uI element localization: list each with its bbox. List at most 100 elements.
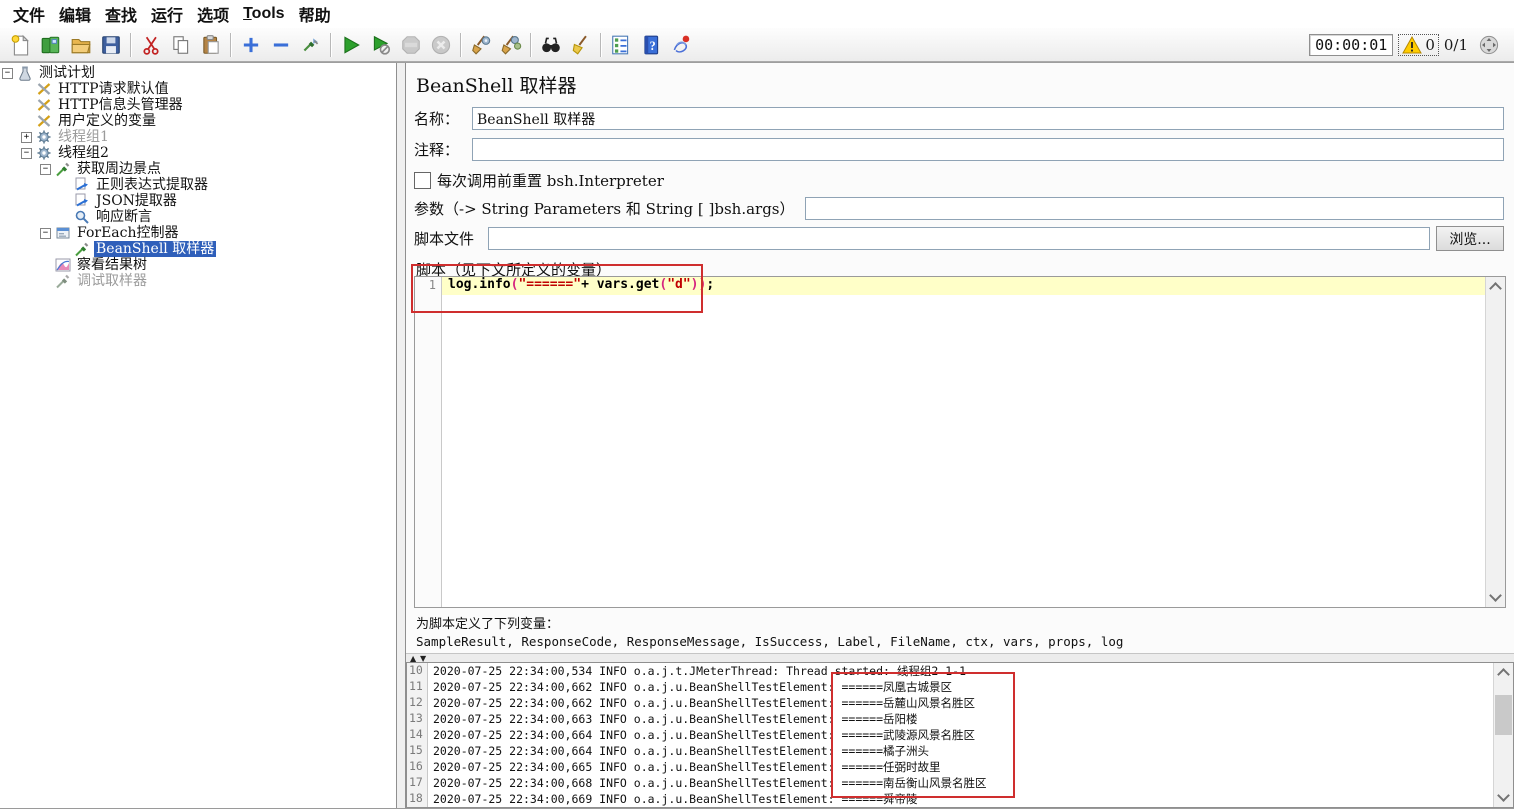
start-button[interactable] [336,30,366,60]
shutdown-icon [430,34,452,56]
log-line-text: 2020-07-25 22:34:00,668 INFO o.a.j.u.Bea… [428,775,987,791]
scroll-up-icon[interactable] [1489,282,1502,295]
arrow-doc-icon [74,177,90,193]
menu-运行[interactable]: 运行 [144,0,190,29]
code-token-plain: ; [706,277,714,292]
tree-item-线程组2[interactable]: −线程组2 [0,145,396,161]
open-file-icon [70,34,92,56]
script-editor[interactable]: 1 log.info("======"+ vars.get("d")); [414,276,1506,608]
log-vertical-scrollbar[interactable] [1493,663,1513,807]
log-line-number: 16 [407,759,428,775]
pipette-icon [55,161,71,177]
help-button[interactable]: ? [636,30,666,60]
tree-item-响应断言[interactable]: 响应断言 [0,209,396,225]
tree-item-HTTP请求默认值[interactable]: HTTP请求默认值 [0,81,396,97]
paste-button[interactable] [196,30,226,60]
add-button[interactable] [236,30,266,60]
scroll-up-icon[interactable] [1497,668,1510,681]
search-reset-button[interactable] [566,30,596,60]
tree-item-label: 线程组1 [56,129,111,145]
script-file-input[interactable] [488,227,1430,250]
tree-item-调试取样器[interactable]: 调试取样器 [0,273,396,289]
test-plan-tree-panel: − 测试计划HTTP请求默认值HTTP信息头管理器用户定义的变量 + 线程组1−线程组… [0,63,397,808]
new-file-button[interactable] [6,30,36,60]
menu-文件[interactable]: 文件 [6,0,52,29]
gear-icon [36,145,52,161]
toolbar-separator [230,33,232,57]
toolbar: ? 00:00:01 0 0/1 [0,28,1514,62]
reset-gui-button[interactable] [296,30,326,60]
cut-button[interactable] [136,30,166,60]
code-token-string: "d" [667,277,690,292]
templates-button[interactable] [36,30,66,60]
menu-编辑[interactable]: 编辑 [52,0,98,29]
tree-item-label: HTTP信息头管理器 [56,97,185,113]
wrench-icon [36,81,52,97]
tree-item-label: JSON提取器 [94,193,179,209]
menu-Tools[interactable]: Tools [236,2,291,26]
scrollbar-thumb[interactable] [1495,695,1512,735]
parameters-label: 参数（-> String Parameters 和 String [ ]bsh.… [414,198,795,219]
log-viewer[interactable]: 102020-07-25 22:34:00,534 INFO o.a.j.t.J… [406,662,1514,808]
tree-item-察看结果树[interactable]: 察看结果树 [0,257,396,273]
pipette-icon [74,241,90,257]
start-no-pauses-button[interactable] [366,30,396,60]
tree-item-JSON提取器[interactable]: JSON提取器 [0,193,396,209]
editor-text-area[interactable]: log.info("======"+ vars.get("d")); [442,277,1486,607]
copy-button[interactable] [166,30,196,60]
comment-label: 注释： [414,139,472,160]
tree-plus-expander-icon[interactable]: + [21,132,32,143]
log-warning-indicator[interactable]: 0 [1399,35,1438,55]
search-button[interactable] [536,30,566,60]
clear-all-icon [500,34,522,56]
tree-item-HTTP信息头管理器[interactable]: HTTP信息头管理器 [0,97,396,113]
clear-button[interactable] [466,30,496,60]
parameters-input[interactable] [805,197,1504,220]
menu-帮助[interactable]: 帮助 [292,0,338,29]
tree-item-label: 察看结果树 [75,257,149,273]
scroll-down-icon[interactable] [1489,589,1502,602]
tree-item-用户定义的变量[interactable]: 用户定义的变量 [0,113,396,129]
toolbar-separator [130,33,132,57]
scroll-down-icon[interactable] [1497,789,1510,802]
function-helper-button[interactable] [606,30,636,60]
log-line: 142020-07-25 22:34:00,664 INFO o.a.j.u.B… [407,727,1513,743]
log-line-number: 10 [407,663,428,679]
editor-vertical-scrollbar[interactable] [1485,277,1505,607]
open-file-button[interactable] [66,30,96,60]
menu-查找[interactable]: 查找 [98,0,144,29]
tree-item-线程组1[interactable]: + 线程组1 [0,129,396,145]
tree-item-ForEach控制器[interactable]: −ForEach控制器 [0,225,396,241]
toggle-thread-counts-button[interactable] [1474,30,1504,60]
shutdown-button[interactable] [426,30,456,60]
search-icon [540,34,562,56]
pipette-gray-icon [55,273,71,289]
about-button[interactable] [666,30,696,60]
tree-minus-expander-icon[interactable]: − [2,68,13,79]
start-no-pauses-icon [370,34,392,56]
function-helper-icon [610,34,632,56]
jmeter-window: 文件编辑查找运行选项Tools帮助 ? 00:00:01 0 0/1 [0,0,1514,809]
tree-minus-expander-icon[interactable]: − [40,164,51,175]
save-button[interactable] [96,30,126,60]
copy-icon [170,34,192,56]
toolbar-status-cluster: 00:00:01 0 0/1 [1309,30,1508,60]
browse-button[interactable]: 浏览... [1436,226,1504,251]
comment-input[interactable] [472,138,1504,161]
reset-interpreter-checkbox[interactable] [414,172,431,189]
paste-icon [200,34,222,56]
tree-minus-expander-icon[interactable]: − [40,228,51,239]
name-input[interactable] [472,107,1504,130]
tree-item-正则表达式提取器[interactable]: 正则表达式提取器 [0,177,396,193]
tree-item-测试计划[interactable]: − 测试计划 [0,65,396,81]
clear-all-button[interactable] [496,30,526,60]
menu-选项[interactable]: 选项 [190,0,236,29]
tree-item-label: 测试计划 [37,65,97,81]
tree-item-BeanShell 取样器[interactable]: BeanShell 取样器 [0,241,396,257]
tree-minus-expander-icon[interactable]: − [21,148,32,159]
stop-button[interactable] [396,30,426,60]
tree-item-label: 正则表达式提取器 [94,177,210,193]
split-divider[interactable] [397,63,406,808]
tree-item-获取周边景点[interactable]: −获取周边景点 [0,161,396,177]
remove-button[interactable] [266,30,296,60]
